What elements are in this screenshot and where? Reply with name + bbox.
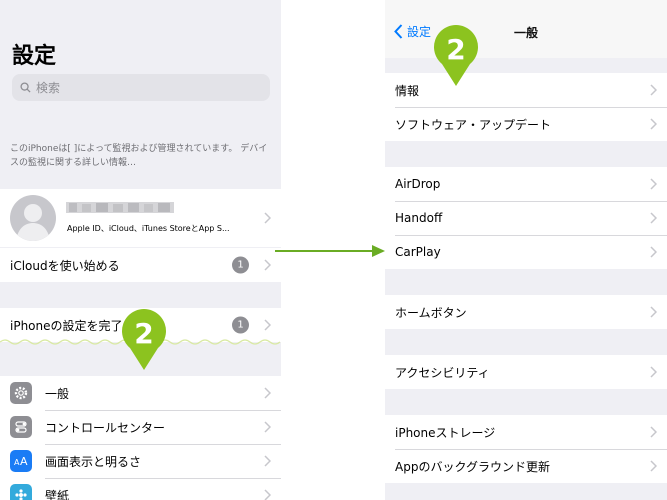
notification-badge: 1 xyxy=(232,256,249,274)
row-label: iPhoneストレージ xyxy=(395,425,496,440)
navigation-bar: 設定 一般 xyxy=(385,0,667,58)
row-label: iCloudを使い始める xyxy=(10,258,120,273)
menu-item-label: 画面表示と明るさ xyxy=(45,454,142,469)
step-pin-icon: 2 xyxy=(122,309,166,370)
chevron-right-icon xyxy=(650,246,657,258)
storage-group: iPhoneストレージ Appのバックグラウンド更新 xyxy=(385,415,667,483)
profile-subtitle: Apple ID、iCloud、iTunes StoreとApp S... xyxy=(67,224,230,233)
row-handoff[interactable]: Handoff xyxy=(385,201,667,235)
settings-screen: 設定 検索 このiPhoneは[ ]によって監視および管理されています。 デバイ… xyxy=(0,0,281,500)
menu-item-label: 一般 xyxy=(45,386,70,401)
avatar xyxy=(10,195,56,241)
connectivity-group: AirDrop Handoff CarPlay xyxy=(385,167,667,269)
chevron-right-icon xyxy=(264,421,271,433)
chevron-right-icon xyxy=(264,455,271,467)
menu-item-control-center[interactable]: コントロールセンター xyxy=(0,410,281,444)
row-label: AirDrop xyxy=(395,177,441,191)
control-center-icon xyxy=(10,416,32,438)
chevron-right-icon xyxy=(650,426,657,438)
search-icon xyxy=(20,82,31,93)
chevron-right-icon xyxy=(650,460,657,472)
apple-id-row[interactable]: Apple ID、iCloud、iTunes StoreとApp S... xyxy=(0,189,281,247)
step-pin-icon: 2 xyxy=(434,25,478,86)
chevron-right-icon xyxy=(264,319,271,331)
row-label: ホームボタン xyxy=(395,305,467,320)
svg-text:A: A xyxy=(20,455,28,467)
chevron-right-icon xyxy=(264,489,271,500)
redacted-name xyxy=(66,202,174,213)
chevron-right-icon xyxy=(264,387,271,399)
row-background-refresh[interactable]: Appのバックグラウンド更新 xyxy=(385,449,667,483)
row-label: アクセシビリティ xyxy=(395,365,490,380)
row-about[interactable]: 情報 xyxy=(385,73,667,107)
row-label: iPhoneの設定を完了 xyxy=(10,318,123,333)
search-input[interactable]: 検索 xyxy=(12,74,270,101)
icloud-setup-row[interactable]: iCloudを使い始める 1 xyxy=(0,248,281,282)
chevron-right-icon xyxy=(650,212,657,224)
chevron-right-icon xyxy=(650,178,657,190)
menu-item-display[interactable]: AA 画面表示と明るさ xyxy=(0,444,281,478)
menu-item-general[interactable]: 一般 xyxy=(0,376,281,410)
page-title: 一般 xyxy=(513,26,538,40)
accessibility-group: アクセシビリティ xyxy=(385,355,667,389)
chevron-right-icon xyxy=(264,259,271,271)
menu-item-label: コントロールセンター xyxy=(45,420,166,435)
wallpaper-icon xyxy=(10,484,32,500)
supervision-notice[interactable]: このiPhoneは[ ]によって監視および管理されています。 デバイスの監視に関… xyxy=(10,142,275,170)
row-airdrop[interactable]: AirDrop xyxy=(385,167,667,201)
row-accessibility[interactable]: アクセシビリティ xyxy=(385,355,667,389)
chevron-right-icon xyxy=(264,212,271,224)
row-software-update[interactable]: ソフトウェア・アップデート xyxy=(385,107,667,141)
home-button-group: ホームボタン xyxy=(385,295,667,329)
step-number: 2 xyxy=(134,317,153,350)
row-label: ソフトウェア・アップデート xyxy=(395,117,552,132)
general-screen: 設定 一般 情報 ソフトウェア・アップデート AirDrop Handoff C… xyxy=(385,0,667,500)
transition-arrow-icon xyxy=(275,245,385,257)
chevron-right-icon xyxy=(650,306,657,318)
gear-icon xyxy=(10,382,32,404)
chevron-right-icon xyxy=(650,118,657,130)
menu-item-wallpaper[interactable]: 壁紙 xyxy=(0,478,281,500)
step-number: 2 xyxy=(446,33,465,66)
page-title: 設定 xyxy=(12,44,57,69)
info-group: 情報 ソフトウェア・アップデート xyxy=(385,73,667,141)
row-label: CarPlay xyxy=(395,245,441,259)
search-placeholder: 検索 xyxy=(36,81,61,95)
row-label: Handoff xyxy=(395,211,443,225)
chevron-right-icon xyxy=(650,366,657,378)
menu-item-label: 壁紙 xyxy=(45,488,70,500)
display-brightness-icon: AA xyxy=(10,450,32,472)
row-iphone-storage[interactable]: iPhoneストレージ xyxy=(385,415,667,449)
row-home-button[interactable]: ホームボタン xyxy=(385,295,667,329)
notification-badge: 1 xyxy=(232,316,249,334)
row-carplay[interactable]: CarPlay xyxy=(385,235,667,269)
settings-menu: 一般 コントロールセンター AA 画面表示と明るさ 壁紙 xyxy=(0,376,281,500)
row-label: Appのバックグラウンド更新 xyxy=(395,459,550,474)
icloud-group: iCloudを使い始める 1 xyxy=(0,248,281,282)
chevron-right-icon xyxy=(650,84,657,96)
row-label: 情報 xyxy=(395,83,420,98)
